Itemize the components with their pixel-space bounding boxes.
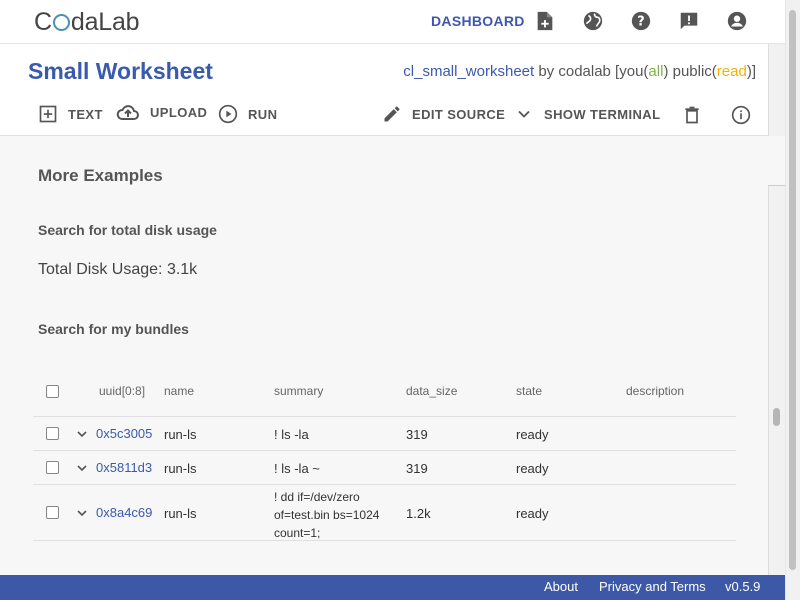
- bundle-uuid[interactable]: 0x8a4c69: [96, 505, 152, 520]
- owner-permission: all: [648, 63, 664, 80]
- select-all-checkbox[interactable]: [46, 385, 59, 398]
- bundle-summary: ! ls -la ~: [274, 461, 320, 476]
- bundle-data-size: 319: [406, 427, 428, 442]
- worksheet-title[interactable]: Small Worksheet: [28, 58, 213, 85]
- worksheet-meta: cl_small_worksheet by codalab [you(all) …: [403, 63, 756, 80]
- about-link[interactable]: About: [544, 579, 578, 594]
- header-data-size[interactable]: data_size: [406, 384, 457, 398]
- bundle-data-size: 1.2k: [406, 506, 431, 521]
- text-button[interactable]: TEXT: [38, 104, 103, 124]
- logo-o-ring: [52, 14, 70, 31]
- bundle-summary: ! dd if=/dev/zero of=test.bin bs=1024 co…: [274, 490, 380, 540]
- worksheet-content: More Examples Search for total disk usag…: [0, 136, 768, 575]
- bundle-data-size: 319: [406, 461, 428, 476]
- version-label: v0.5.9: [725, 579, 761, 594]
- expand-chevron-icon[interactable]: [74, 460, 90, 476]
- bundle-name: run-ls: [164, 461, 197, 476]
- bundle-state: ready: [516, 461, 549, 476]
- table-header: uuid[0:8] name summary data_size state d…: [33, 366, 736, 417]
- expand-chevron-icon[interactable]: [74, 426, 90, 442]
- add-box-icon: [39, 105, 57, 123]
- top-bar: CdaLab DASHBOARD ?: [0, 0, 800, 44]
- globe-icon[interactable]: [582, 10, 604, 32]
- run-button[interactable]: RUN: [218, 104, 277, 124]
- bundle-name: run-ls: [164, 427, 197, 442]
- page-scrollbar-thumb[interactable]: [789, 10, 796, 570]
- bundle-name: run-ls: [164, 506, 197, 521]
- edit-source-button[interactable]: EDIT SOURCE: [382, 104, 505, 124]
- row-checkbox[interactable]: [46, 506, 59, 519]
- bundle-summary: ! ls -la: [274, 427, 309, 442]
- worksheet-header: Small Worksheet cl_small_worksheet by co…: [0, 44, 800, 136]
- play-circle-icon: [218, 104, 238, 124]
- disk-usage-query: Search for total disk usage: [38, 222, 217, 238]
- bundle-uuid[interactable]: 0x5c3005: [96, 426, 152, 441]
- table-row[interactable]: 0x5811d3 run-ls ! ls -la ~ 319 ready: [33, 451, 736, 485]
- row-checkbox[interactable]: [46, 427, 59, 440]
- public-permission: read: [716, 63, 747, 80]
- bundle-uuid[interactable]: 0x5811d3: [96, 460, 152, 475]
- worksheet-name[interactable]: cl_small_worksheet: [403, 63, 534, 80]
- header-description[interactable]: description: [626, 384, 684, 398]
- show-terminal-button[interactable]: SHOW TERMINAL: [514, 104, 660, 124]
- bundle-state: ready: [516, 427, 549, 442]
- feedback-icon[interactable]: [678, 10, 700, 32]
- new-worksheet-icon[interactable]: [534, 10, 556, 32]
- disk-usage-value: Total Disk Usage: 3.1k: [38, 261, 198, 278]
- chevron-down-icon: [518, 110, 530, 118]
- privacy-terms-link[interactable]: Privacy and Terms: [599, 579, 706, 594]
- expand-chevron-icon[interactable]: [74, 505, 90, 521]
- codalab-logo[interactable]: CdaLab: [34, 8, 140, 37]
- cloud-upload-icon: [116, 105, 139, 120]
- pencil-icon: [384, 106, 400, 122]
- header-uuid[interactable]: uuid[0:8]: [99, 384, 145, 398]
- footer: About Privacy and Terms v0.5.9: [0, 575, 785, 600]
- table-row[interactable]: 0x5c3005 run-ls ! ls -la 319 ready: [33, 417, 736, 451]
- header-summary[interactable]: summary: [274, 384, 323, 398]
- help-icon[interactable]: ?: [630, 10, 652, 32]
- upload-button[interactable]: UPLOAD: [116, 102, 207, 122]
- inner-scrollbar-thumb[interactable]: [773, 408, 780, 426]
- bundles-query: Search for my bundles: [38, 321, 189, 337]
- row-checkbox[interactable]: [46, 461, 59, 474]
- header-name[interactable]: name: [164, 384, 194, 398]
- bundles-table: uuid[0:8] name summary data_size state d…: [33, 366, 736, 541]
- svg-text:?: ?: [637, 15, 644, 30]
- info-icon[interactable]: [731, 105, 751, 125]
- table-row[interactable]: 0x8a4c69 run-ls ! dd if=/dev/zero of=tes…: [33, 485, 736, 541]
- section-title: More Examples: [38, 166, 163, 185]
- bundle-state: ready: [516, 506, 549, 521]
- dashboard-link[interactable]: DASHBOARD: [431, 13, 525, 29]
- header-state[interactable]: state: [516, 384, 542, 398]
- account-icon[interactable]: [726, 10, 748, 32]
- inner-scrollbar-top: [768, 136, 785, 186]
- trash-icon[interactable]: [682, 104, 702, 126]
